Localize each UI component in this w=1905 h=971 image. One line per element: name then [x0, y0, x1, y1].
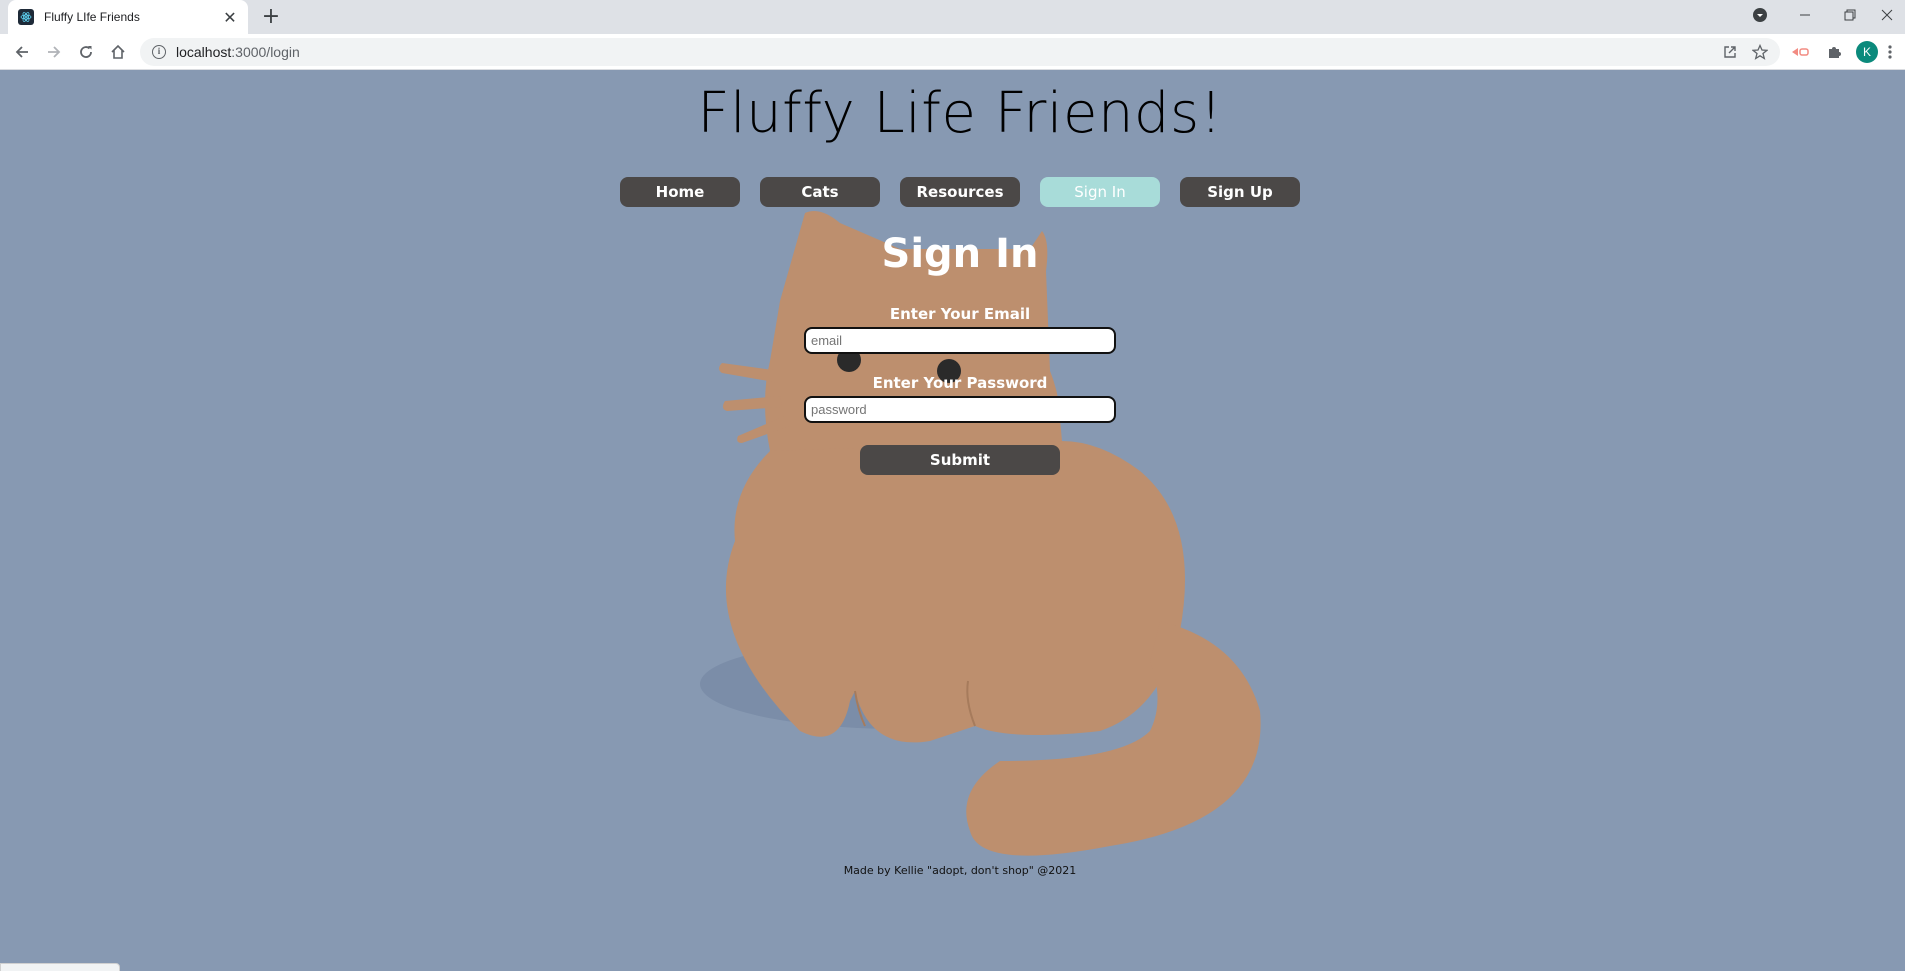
- password-label: Enter Your Password: [872, 374, 1048, 392]
- tab-close-icon[interactable]: ✕: [222, 8, 238, 27]
- address-bar[interactable]: i localhost:3000/login: [140, 38, 1780, 66]
- site-title: Fluffy Life Friends!: [697, 81, 1223, 146]
- extensions-puzzle-icon[interactable]: [1820, 39, 1848, 65]
- email-input[interactable]: [804, 327, 1116, 354]
- new-tab-icon[interactable]: +: [258, 4, 284, 30]
- nav-cats-button[interactable]: Cats: [760, 177, 880, 207]
- browser-tab-bar: Fluffy LIfe Friends ✕ +: [0, 0, 1905, 34]
- footer-text: Made by Kellie "adopt, don't shop" @2021: [843, 864, 1077, 877]
- nav-signup-button[interactable]: Sign Up: [1180, 177, 1300, 207]
- password-input[interactable]: [804, 396, 1116, 423]
- close-window-icon[interactable]: [1868, 0, 1905, 30]
- tab-search-icon[interactable]: [1740, 0, 1780, 30]
- forward-icon[interactable]: [40, 39, 68, 65]
- restore-icon[interactable]: [1830, 0, 1870, 30]
- email-label: Enter Your Email: [889, 305, 1031, 323]
- submit-button[interactable]: Submit: [860, 445, 1060, 475]
- browser-tab[interactable]: Fluffy LIfe Friends ✕: [8, 0, 248, 34]
- open-in-app-icon[interactable]: [1716, 39, 1744, 65]
- status-bubble: [0, 963, 120, 971]
- home-icon[interactable]: [104, 39, 132, 65]
- extension-icon[interactable]: [1786, 39, 1814, 65]
- url-host: localhost: [176, 44, 232, 60]
- bookmark-star-icon[interactable]: [1746, 39, 1774, 65]
- react-favicon-icon: [18, 9, 34, 25]
- nav-home-button[interactable]: Home: [620, 177, 740, 207]
- tab-title: Fluffy LIfe Friends: [44, 10, 140, 24]
- menu-kebab-icon[interactable]: [1880, 39, 1900, 65]
- site-info-icon[interactable]: i: [152, 45, 166, 59]
- back-icon[interactable]: [8, 39, 36, 65]
- signin-heading: Sign In: [881, 231, 1039, 277]
- minimize-icon[interactable]: [1785, 0, 1825, 30]
- browser-toolbar: i localhost:3000/login K: [0, 34, 1905, 70]
- url-path: :3000/login: [231, 44, 300, 60]
- main-nav: Home Cats Resources Sign In Sign Up: [0, 177, 1905, 207]
- profile-avatar[interactable]: K: [1856, 41, 1878, 63]
- url-text: localhost:3000/login: [176, 44, 300, 60]
- nav-resources-button[interactable]: Resources: [900, 177, 1020, 207]
- nav-signin-button[interactable]: Sign In: [1040, 177, 1160, 207]
- page-body: Fluffy Life Friends! Home Cats Resources…: [0, 71, 1905, 971]
- reload-icon[interactable]: [72, 39, 100, 65]
